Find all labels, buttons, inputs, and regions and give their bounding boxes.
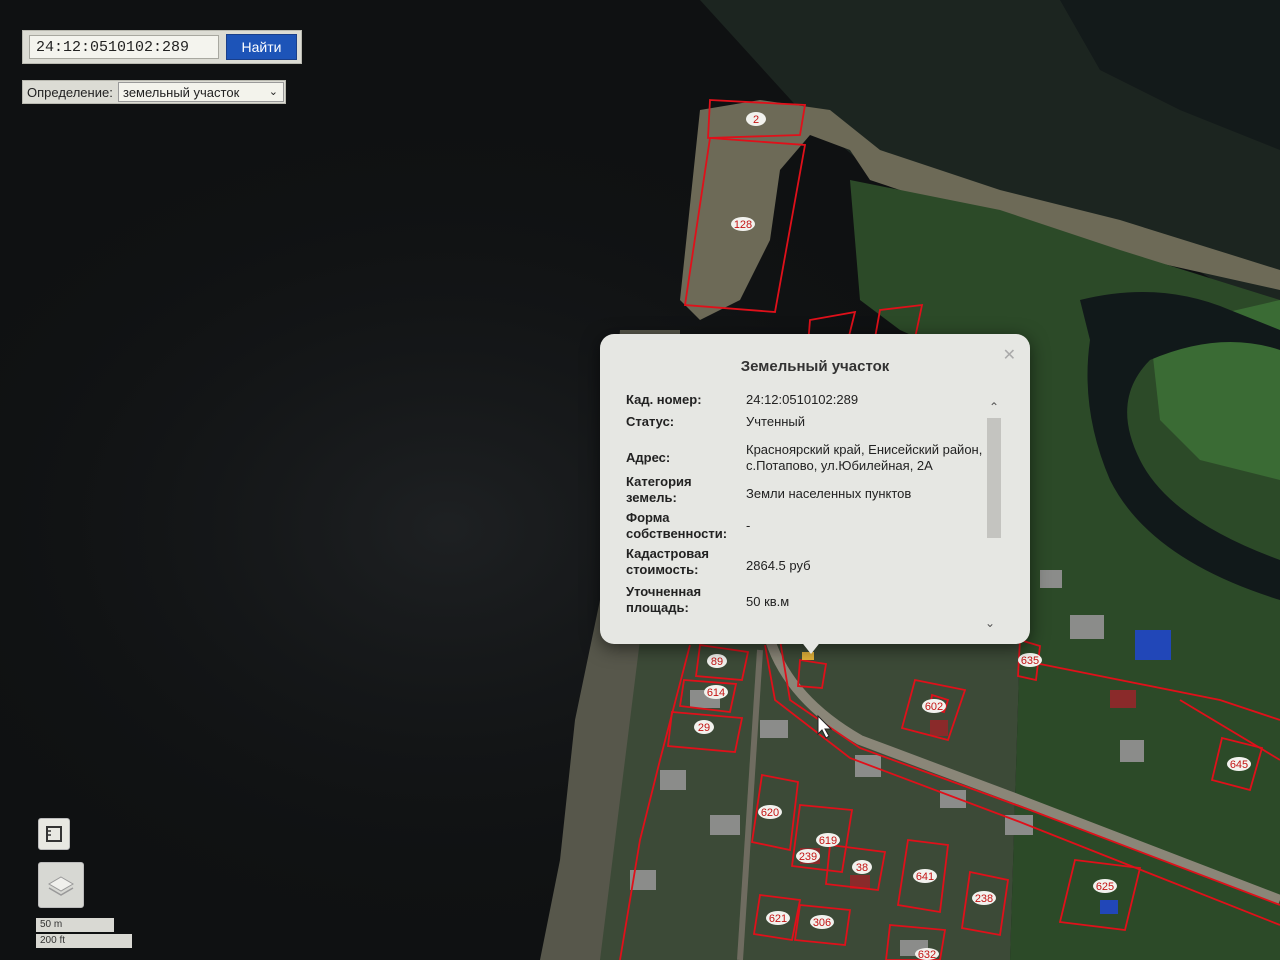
field-value: Красноярский край, Енисейский район, с.П… <box>746 442 983 473</box>
parcel-number: 635 <box>1021 655 1039 667</box>
search-panel: Найти <box>22 30 302 64</box>
scale-bar: 50 m 200 ft <box>36 918 136 952</box>
parcel-label[interactable]: 238 <box>972 891 996 905</box>
parcel-number: 614 <box>707 687 725 699</box>
scroll-thumb[interactable] <box>987 418 1001 538</box>
parcel-number: 620 <box>761 807 779 819</box>
parcel-label[interactable]: 619 <box>816 833 840 847</box>
layers-icon <box>48 876 74 896</box>
parcel-label[interactable]: 602 <box>922 699 946 713</box>
field-label: Статус: <box>626 414 675 429</box>
field-label: Кадастровая стоимость: <box>626 546 709 577</box>
definition-select[interactable]: земельный участок ⌄ <box>118 82 284 102</box>
field-label: Форма собственности: <box>626 510 728 541</box>
parcel-number: 602 <box>925 701 943 713</box>
parcel-label[interactable]: 38 <box>852 860 872 874</box>
parcel-number: 89 <box>711 656 723 668</box>
parcel-label[interactable]: 625 <box>1093 879 1117 893</box>
popup-scrollbar[interactable]: ⌃ ⌄ <box>985 400 1007 630</box>
field-value: Земли населенных пунктов <box>746 486 912 501</box>
parcel-label[interactable]: 128 <box>731 217 755 231</box>
parcel-number: 621 <box>769 913 787 925</box>
field-value: 2864.5 руб <box>746 558 811 573</box>
parcel-label[interactable]: 2 <box>746 112 766 126</box>
field-value: Учтенный <box>746 414 806 429</box>
parcel-label[interactable]: 620 <box>758 805 782 819</box>
field-value: - <box>746 518 751 533</box>
parcel-number: 238 <box>975 893 993 905</box>
field-value: 24:12:0510102:289 <box>746 392 859 407</box>
chevron-down-icon: ⌄ <box>268 86 278 98</box>
definition-panel: Определение: земельный участок ⌄ <box>22 80 286 104</box>
parcel-label[interactable]: 645 <box>1227 757 1251 771</box>
parcel-number: 645 <box>1230 759 1248 771</box>
parcel-number: 29 <box>698 722 710 734</box>
field-label: Адрес: <box>626 450 671 465</box>
parcel-label[interactable]: 621 <box>766 911 790 925</box>
chevron-down-icon[interactable]: ⌄ <box>985 616 995 630</box>
field-label: Уточненная площадь: <box>626 584 702 615</box>
parcel-number: 38 <box>856 862 868 874</box>
close-icon[interactable]: ✕ <box>1003 348 1016 364</box>
field-label: Категория земель: <box>626 474 692 505</box>
scale-metric: 50 m <box>36 918 114 932</box>
parcel-label[interactable]: 635 <box>1018 653 1042 667</box>
field-label: Кад. номер: <box>626 392 702 407</box>
measure-tool-button[interactable] <box>38 818 70 850</box>
parcel-info-popup: Земельный участок ✕ Кад. номер: 24:12:05… <box>600 334 1030 644</box>
popup-title: Земельный участок <box>740 358 890 375</box>
definition-selected-value: земельный участок <box>123 85 240 100</box>
chevron-up-icon[interactable]: ⌃ <box>989 400 999 414</box>
parcel-label[interactable]: 239 <box>796 849 820 863</box>
parcel-label[interactable]: 641 <box>913 869 937 883</box>
parcel-number: 632 <box>918 949 936 960</box>
parcel-label[interactable]: 306 <box>810 915 834 929</box>
field-value: 50 кв.м <box>746 594 790 609</box>
parcel-number: 306 <box>813 917 831 929</box>
parcel-label[interactable]: 614 <box>704 685 728 699</box>
parcel-number: 619 <box>819 835 837 847</box>
parcel-label[interactable]: 632 <box>915 948 939 960</box>
parcel-number: 625 <box>1096 881 1114 893</box>
scale-imperial: 200 ft <box>36 934 132 948</box>
definition-label: Определение: <box>27 85 113 100</box>
parcel-label[interactable]: 29 <box>694 720 714 734</box>
parcel-label[interactable]: 89 <box>707 654 727 668</box>
parcel-number: 239 <box>799 851 817 863</box>
ruler-icon <box>46 826 62 842</box>
parcel-number: 128 <box>734 219 752 231</box>
find-button[interactable]: Найти <box>226 34 297 60</box>
parcel-number: 641 <box>916 871 934 883</box>
cadastral-search-input[interactable] <box>29 35 219 59</box>
layers-button[interactable] <box>38 862 84 908</box>
popup-pointer <box>800 640 822 654</box>
parcel-number: 2 <box>753 114 759 126</box>
